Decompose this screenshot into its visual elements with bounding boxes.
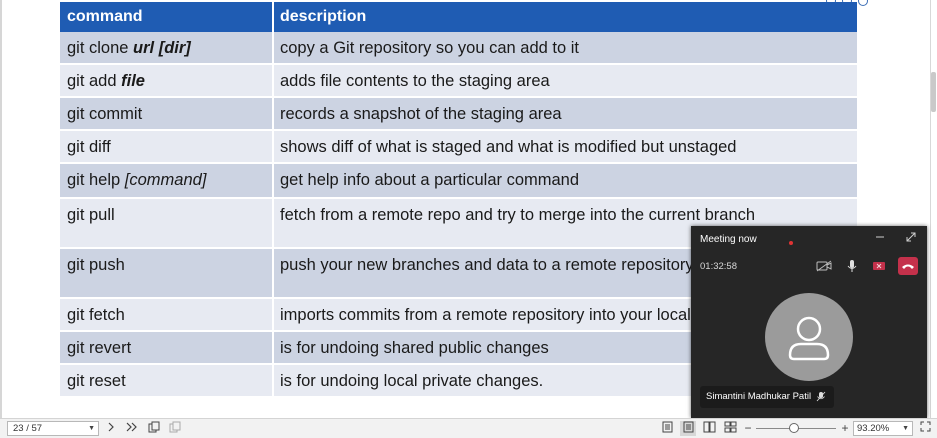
hang-up-icon[interactable] [898,257,918,275]
table-header-row: command description [60,2,857,32]
command-text: git add file [67,72,145,91]
participant-avatar [765,293,853,381]
command-name: git add [67,72,122,90]
person-icon [788,316,830,361]
header-description: description [280,8,367,25]
two-page-continuous-icon[interactable] [722,421,738,436]
two-page-view-icon[interactable] [701,421,717,436]
command-name: git diff [67,138,111,156]
description-cell: adds file contents to the staging area [274,65,857,98]
description-text: imports commits from a remote repository… [280,306,729,324]
command-name: git push [67,256,125,274]
microphone-icon[interactable] [842,257,862,275]
command-text: git commit [67,105,142,124]
zoom-slider-thumb[interactable] [789,423,799,433]
command-text: git diff [67,138,111,157]
description-text: shows diff of what is staged and what is… [280,138,737,156]
command-name: git revert [67,339,132,357]
scrollbar-thumb[interactable] [931,72,936,112]
command-argument: file [121,72,145,90]
description-text: adds file contents to the staging area [280,72,550,90]
command-cell: git diff [60,131,272,164]
camera-off-icon[interactable] [814,257,834,275]
table-row: git add file adds file contents to the st… [60,65,857,98]
table-row: git commit records a snapshot of the stag… [60,98,857,131]
chevron-down-icon: ▼ [902,425,909,432]
participant-name: Simantini Madhukar Patil [706,391,812,402]
description-text: is for undoing local private changes. [280,372,544,390]
command-cell: git revert [60,332,272,365]
minimize-icon[interactable] [871,230,889,246]
command-text: git push [67,256,125,275]
description-text: push your new branches and data to a rem… [280,256,694,274]
command-cell: git reset [60,365,272,398]
command-text: git pull [67,206,115,225]
description-cell: records a snapshot of the staging area [274,98,857,131]
description-text: records a snapshot of the staging area [280,105,562,123]
call-timer: 01:32:58 [700,261,737,272]
command-argument: url [dir] [133,39,191,57]
scrollbar-track[interactable] [930,0,931,418]
command-name: git help [67,171,125,189]
meeting-title: Meeting now [700,234,757,245]
description-cell: get help info about a particular command [274,164,857,199]
command-cell: git fetch [60,299,272,332]
command-text: git reset [67,372,126,391]
command-name: git reset [67,372,126,390]
table-row: git diff shows diff of what is staged and… [60,131,857,164]
table-row: git help [command] get help info about a … [60,164,857,199]
command-name: git fetch [67,306,125,324]
zoom-in-button[interactable]: + [837,421,853,436]
command-name: git clone [67,39,134,57]
command-text: git help [command] [67,171,206,190]
command-text: git revert [67,339,131,358]
expand-icon[interactable] [902,230,920,246]
copy-page-icon[interactable] [146,421,162,436]
command-cell: git push [60,249,272,299]
command-cell: git clone url [dir] [60,32,272,65]
status-bar: 23 / 57 ▼ − + 93.20% ▼ [0,418,937,438]
command-cell: git add file [60,65,272,98]
zoom-level-select[interactable]: 93.20% ▼ [853,421,913,436]
next-page-icon[interactable] [103,421,119,436]
description-cell: copy a Git repository so you can add to … [274,32,857,65]
description-text: is for undoing shared public changes [280,339,549,357]
zoom-level-value: 93.20% [857,423,890,434]
table-row: git clone url [dir] copy a Git repository… [60,32,857,65]
duplicate-page-icon[interactable] [167,421,183,436]
page-edge [0,0,2,418]
fullscreen-icon[interactable] [917,421,933,436]
continuous-view-icon[interactable] [680,421,696,436]
mic-muted-icon [816,391,826,402]
last-page-icon[interactable] [124,421,140,436]
command-name: git pull [67,206,115,224]
page-number-select[interactable]: 23 / 57 ▼ [7,421,99,436]
header-command: command [67,8,143,25]
page-number-value: 23 / 57 [13,423,43,434]
participant-name-tag: Simantini Madhukar Patil [700,386,835,408]
command-cell: git commit [60,98,272,131]
chevron-down-icon: ▼ [88,425,95,432]
recording-indicator [789,241,793,245]
description-text: fetch from a remote repo and try to merg… [280,206,756,224]
command-argument: [command] [124,171,207,189]
zoom-out-button[interactable]: − [740,421,756,436]
command-cell: git help [command] [60,164,272,199]
command-text: git fetch [67,306,125,325]
share-icon[interactable] [869,257,889,275]
description-text: get help info about a particular command [280,171,580,189]
command-cell: git pull [60,199,272,249]
description-cell: shows diff of what is staged and what is… [274,131,857,164]
meeting-popup[interactable]: Meeting now 01:32:58 Simantini Madhukar … [691,226,927,418]
description-text: copy a Git repository so you can add to … [280,39,579,57]
single-page-view-icon[interactable] [659,421,675,436]
command-name: git commit [67,105,143,123]
command-text: git clone url [dir] [67,39,191,58]
